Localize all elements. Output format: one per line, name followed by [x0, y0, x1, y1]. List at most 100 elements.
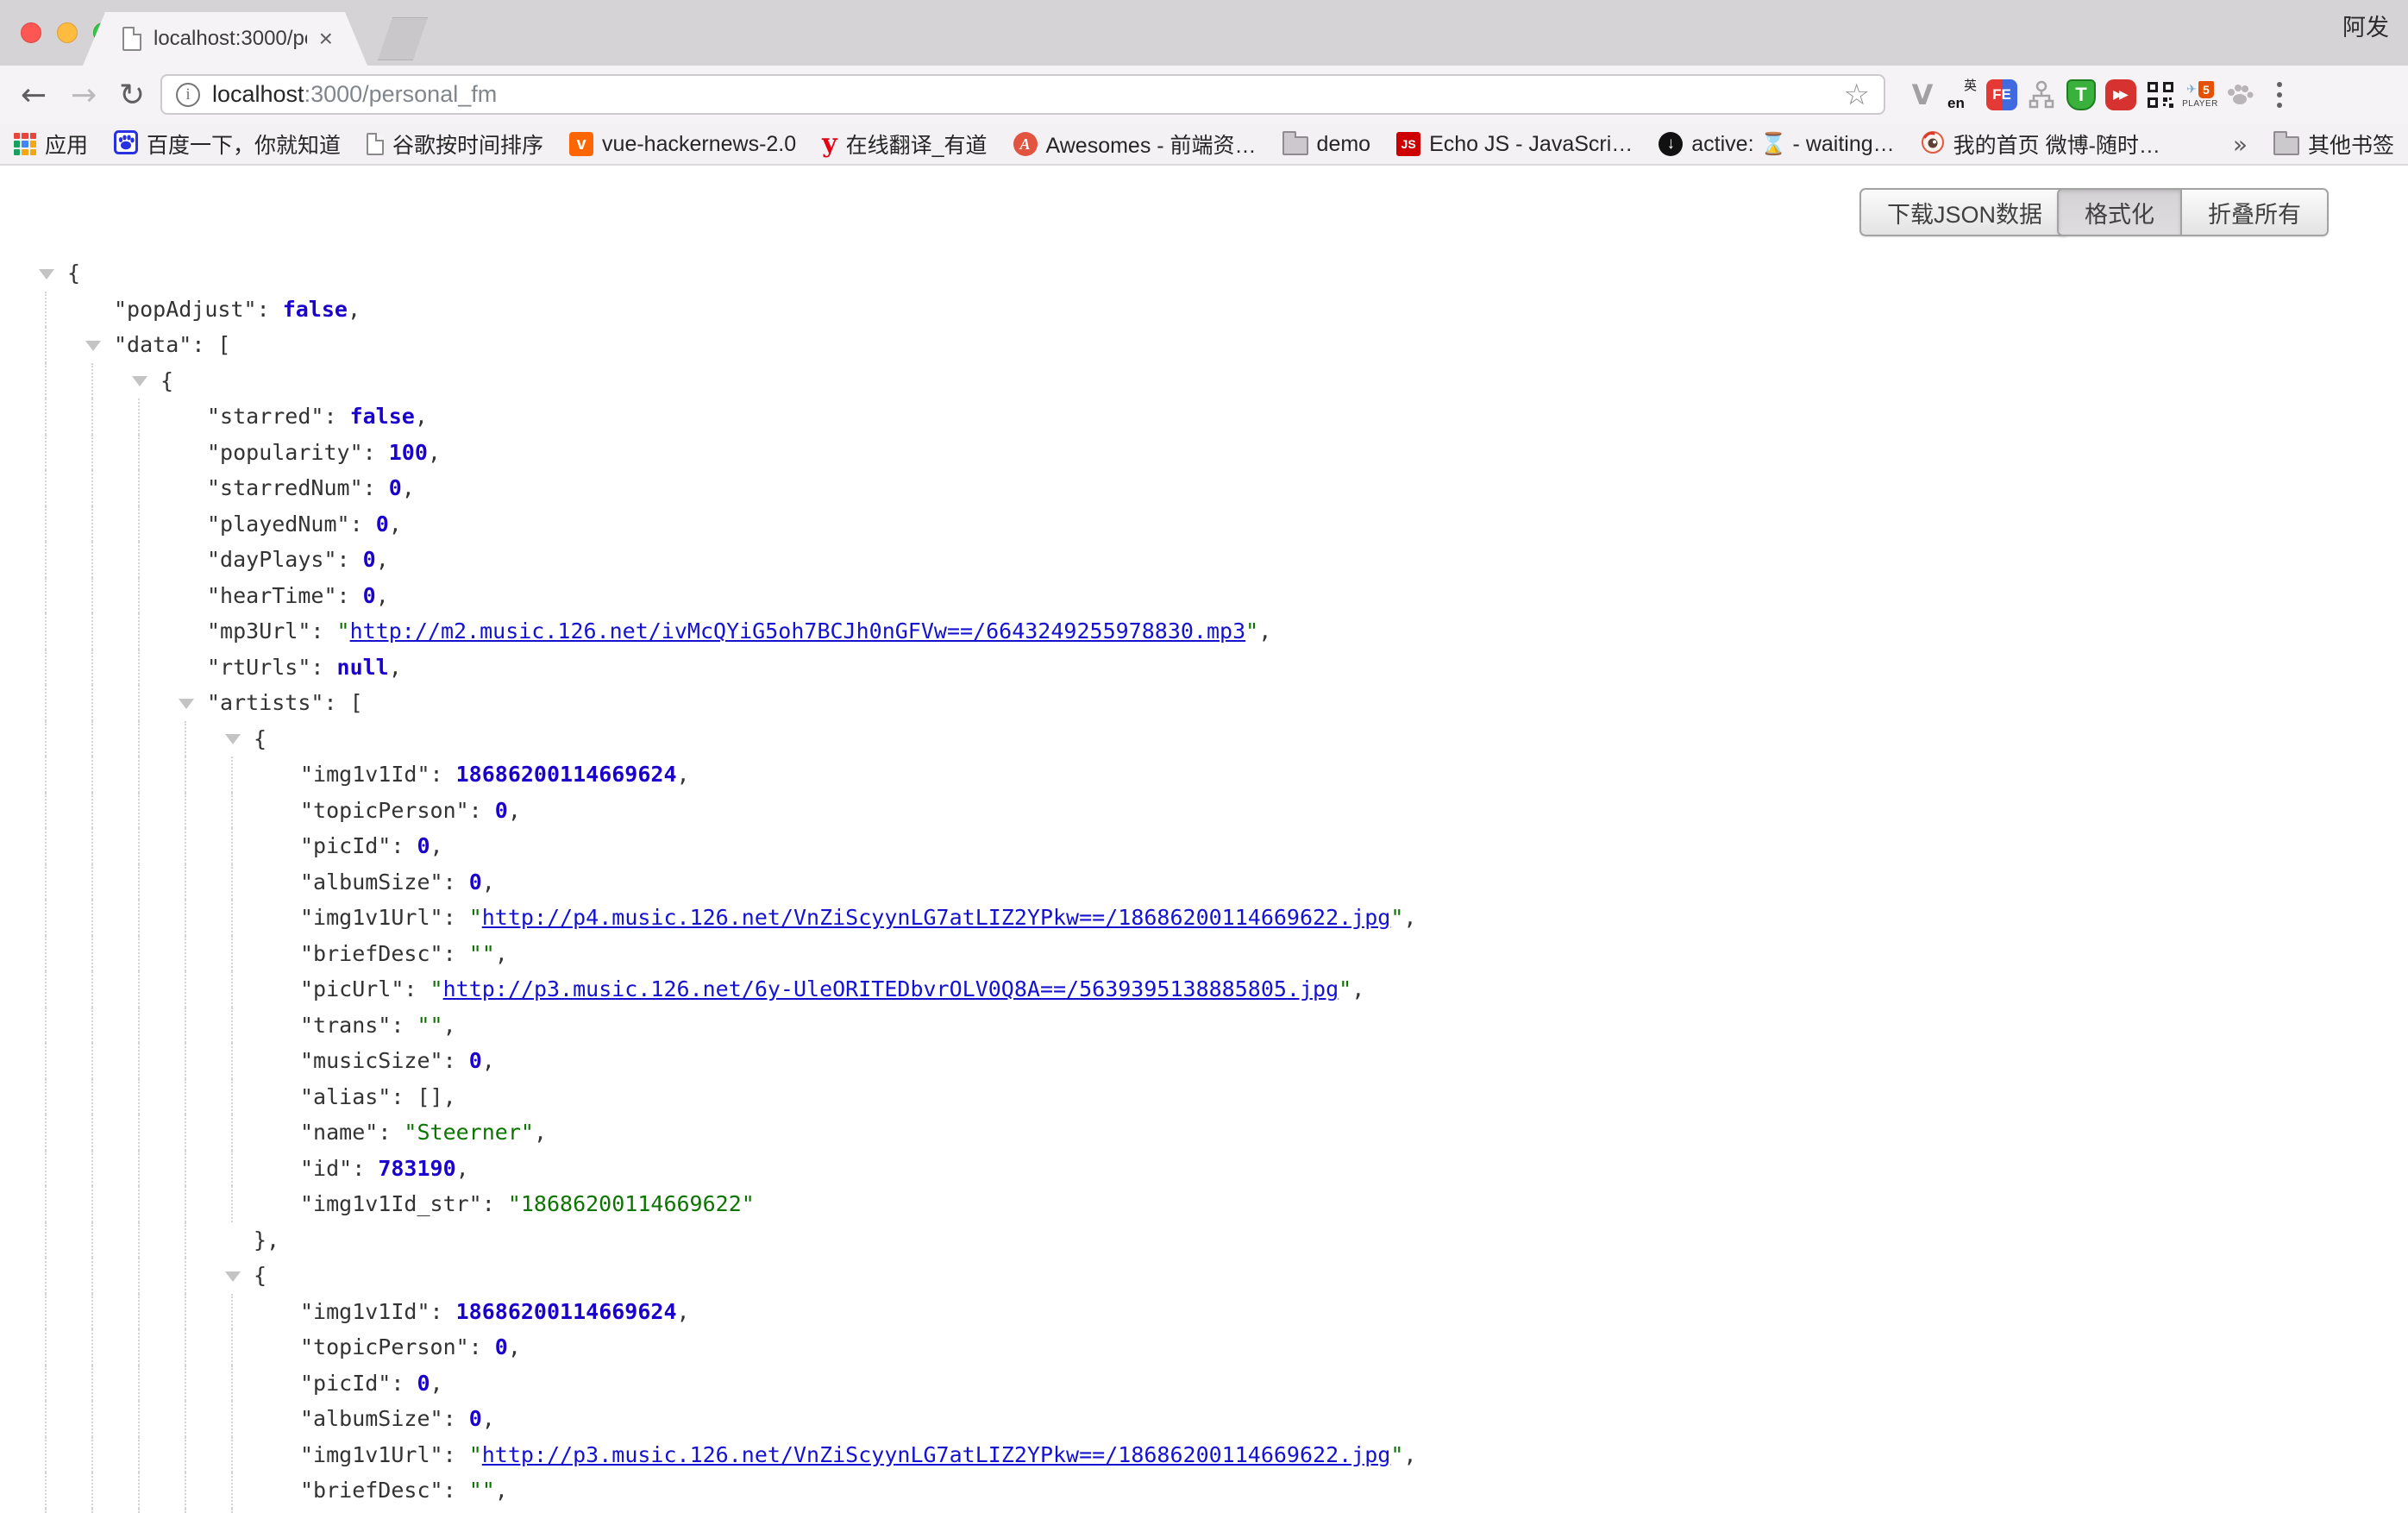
collapse-toggle-icon[interactable] — [225, 734, 241, 744]
bookmark-label: vue-hackernews-2.0 — [602, 132, 796, 157]
collapse-toggle-icon[interactable] — [179, 699, 194, 709]
bookmarks-bar: 应用 百度一下，你就知道谷歌按时间排序 vvue-hackernews-2.0 y在线… — [0, 124, 2408, 166]
bookmark-label: 其他书签 — [2308, 129, 2394, 160]
bookmark-item[interactable]: demo — [1282, 132, 1371, 157]
echojs-icon: JS — [1396, 132, 1420, 156]
indent-guide — [138, 1079, 140, 1115]
json-key: "alias" — [300, 1084, 391, 1109]
collapse-toggle-icon[interactable] — [132, 376, 147, 386]
json-line-text: }, — [0, 1227, 279, 1252]
bookmark-label: 百度一下，你就知道 — [147, 129, 341, 160]
indent-guide — [45, 685, 47, 721]
json-line-text: "briefDesc": "", — [0, 1478, 508, 1503]
bookmark-item[interactable]: y在线翻译_有道 — [822, 129, 987, 160]
address-bar[interactable]: i localhost:3000/personal_fm ☆ — [160, 74, 1885, 115]
fe-icon[interactable]: FE — [1985, 72, 2018, 117]
json-link[interactable]: http://p3.music.126.net/6y-UleORITEDbvrO… — [443, 976, 1339, 1001]
json-line: "topicPerson": 0, — [0, 1329, 2408, 1365]
browser-tab[interactable]: localhost:3000/personal_fm × — [83, 12, 367, 66]
indent-guide — [45, 542, 47, 578]
indent-guide — [45, 936, 47, 972]
json-quote: " — [1245, 618, 1258, 643]
json-line-text: "popularity": 100, — [0, 440, 441, 465]
json-line-text: "trans": "", — [0, 1013, 456, 1038]
bookmark-item[interactable]: ↓active: ⌛ - waiting… — [1659, 132, 1894, 157]
bookmark-item[interactable]: 我的首页 微博-随时… — [1921, 129, 2160, 160]
download-json-button[interactable]: 下载JSON数据 — [1859, 188, 2070, 236]
json-string: "" — [469, 1478, 495, 1503]
folder-icon — [2273, 136, 2299, 155]
json-link[interactable]: http://p4.music.126.net/VnZiScyynLG7atLI… — [482, 905, 1391, 930]
bookmark-item[interactable]: 应用 — [14, 129, 88, 160]
collapse-toggle-icon[interactable] — [225, 1271, 241, 1282]
new-tab-button[interactable] — [378, 17, 428, 60]
json-line: "musicSize": 0, — [0, 1043, 2408, 1079]
indent-guide — [45, 1258, 47, 1294]
json-key: "img1v1Id" — [300, 762, 430, 787]
minimize-window-button[interactable] — [57, 22, 78, 43]
json-key: "popularity" — [207, 440, 363, 465]
reload-icon[interactable]: ↻ — [119, 66, 145, 124]
collapse-toggle-icon[interactable] — [85, 341, 101, 351]
json-link[interactable]: http://m2.music.126.net/ivMcQYiG5oh7BCJh… — [350, 618, 1246, 643]
json-key: "img1v1Url" — [300, 905, 443, 930]
bookmark-item[interactable]: vvue-hackernews-2.0 — [569, 132, 796, 157]
json-number: 0 — [363, 583, 376, 608]
indent-guide — [231, 1472, 233, 1509]
indent-guide — [138, 1222, 140, 1259]
profile-name[interactable]: 阿发 — [2342, 9, 2389, 42]
indent-guide — [138, 1509, 140, 1513]
json-punctuation: , — [1258, 618, 1271, 643]
paw-icon[interactable] — [2223, 72, 2256, 117]
json-punctuation: : — [443, 1406, 469, 1431]
json-punctuation: , — [677, 1299, 690, 1324]
json-punctuation: , — [389, 655, 402, 680]
sitemap-icon[interactable] — [2025, 72, 2058, 117]
site-info-icon[interactable]: i — [176, 83, 200, 107]
tampermonkey-shield-icon[interactable]: T — [2065, 72, 2098, 117]
json-line: "starred": false, — [0, 399, 2408, 435]
json-line-text: "playedNum": 0, — [0, 512, 402, 537]
bookmark-item[interactable]: 百度一下，你就知道 — [114, 129, 341, 160]
json-line-text: "name": "Steerner", — [0, 1120, 547, 1145]
json-quote: " — [1390, 905, 1403, 930]
json-key: "img1v1Id_str" — [300, 1191, 482, 1216]
indent-guide — [185, 900, 186, 936]
bookmark-item[interactable]: AAwesomes - 前端资… — [1013, 129, 1257, 160]
json-line: { — [0, 255, 2408, 292]
bookmark-label: 我的首页 微博-随时… — [1953, 129, 2160, 160]
tab-close-icon[interactable]: × — [319, 27, 333, 51]
collapse-all-button[interactable]: 折叠所有 — [2180, 190, 2327, 235]
bookmark-label: 应用 — [45, 129, 88, 160]
bookmark-item[interactable]: JS Echo JS - JavaScri… — [1396, 132, 1633, 157]
indent-guide — [91, 1472, 93, 1509]
bookmark-item[interactable]: 谷歌按时间排序 — [367, 129, 543, 160]
url-host: localhost — [212, 81, 304, 107]
json-key: "briefDesc" — [300, 941, 443, 966]
back-icon[interactable]: ← — [21, 66, 47, 124]
close-window-button[interactable] — [21, 22, 41, 43]
json-line-text: "img1v1Id": 18686200114669624, — [0, 1299, 690, 1324]
json-number: 18686200114669624 — [456, 1299, 677, 1324]
translate-icon[interactable]: 英 en — [1946, 72, 1978, 117]
qrcode-icon[interactable] — [2144, 72, 2177, 117]
format-button[interactable]: 格式化 — [2059, 190, 2180, 235]
other-bookmarks[interactable]: 其他书签 — [2273, 129, 2394, 160]
indent-guide — [45, 650, 47, 686]
json-punctuation: , — [495, 941, 508, 966]
url-text: localhost:3000/personal_fm — [212, 81, 497, 108]
bookmark-star-icon[interactable]: ☆ — [1844, 78, 1870, 112]
browser-menu-icon[interactable] — [2263, 72, 2296, 117]
json-punctuation: , — [430, 833, 443, 858]
bookmarks-overflow-icon[interactable]: » — [2233, 130, 2248, 159]
bookmark-label: Echo JS - JavaScri… — [1429, 132, 1633, 157]
forward-icon[interactable]: → — [71, 66, 97, 124]
json-link[interactable]: http://p3.music.126.net/VnZiScyynLG7atLI… — [482, 1442, 1391, 1467]
json-key: "rtUrls" — [207, 655, 310, 680]
collapse-toggle-icon[interactable] — [39, 269, 54, 279]
fast-forward-icon[interactable]: ▶▶ — [2104, 72, 2137, 117]
json-line: "albumSize": 0, — [0, 864, 2408, 901]
vue-devtools-icon[interactable]: V — [1906, 72, 1939, 117]
h5-player-icon[interactable]: ✈5 PLAYER — [2184, 72, 2217, 117]
json-number: 783190 — [378, 1156, 455, 1181]
